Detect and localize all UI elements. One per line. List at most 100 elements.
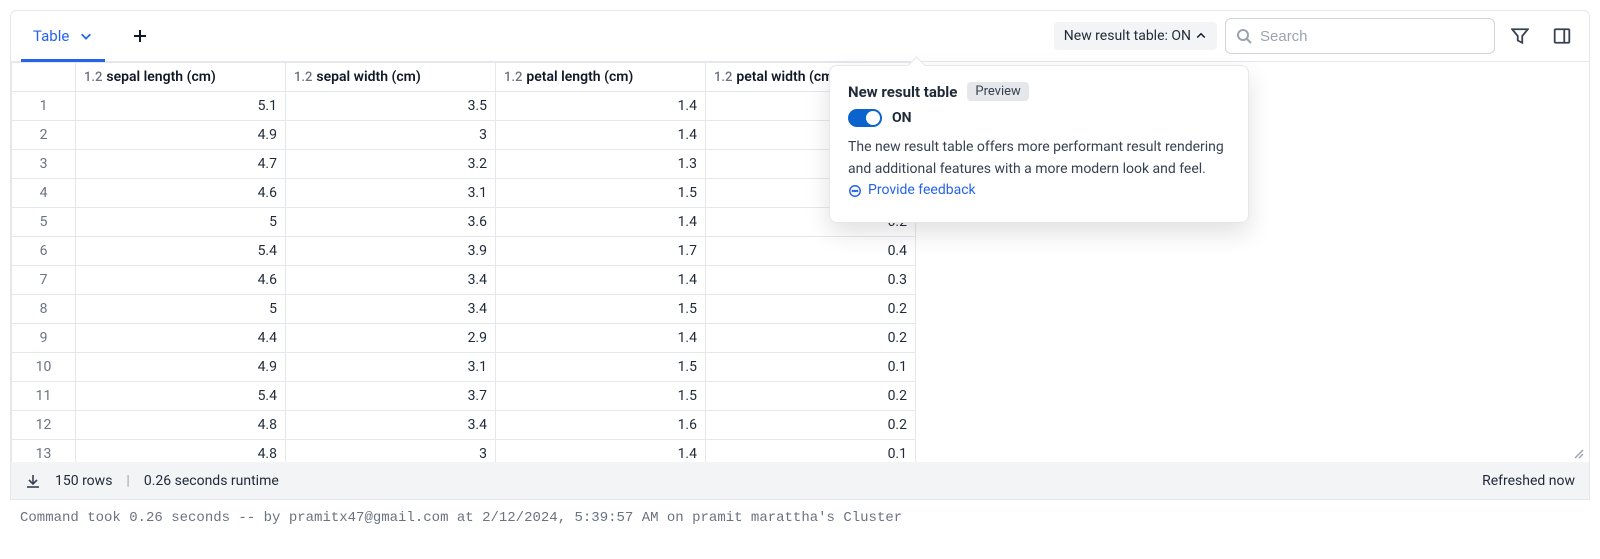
- search-box[interactable]: [1225, 18, 1495, 54]
- new-result-table-toggle-trigger[interactable]: New result table: ON: [1054, 22, 1217, 50]
- new-result-table-toggle[interactable]: [848, 109, 882, 127]
- row-index-header[interactable]: [12, 63, 76, 92]
- result-table-container: 1.2sepal length (cm) 1.2sepal width (cm)…: [10, 62, 1590, 462]
- cell[interactable]: 3.4: [286, 266, 496, 295]
- cell[interactable]: 5: [76, 295, 286, 324]
- cell[interactable]: 5: [76, 208, 286, 237]
- cell[interactable]: 3: [286, 121, 496, 150]
- cell[interactable]: 0.2: [706, 411, 916, 440]
- cell[interactable]: 4.4: [76, 324, 286, 353]
- table-row[interactable]: 104.93.11.50.1: [12, 353, 916, 382]
- cell[interactable]: 4.9: [76, 353, 286, 382]
- popover-description: The new result table offers more perform…: [848, 137, 1230, 206]
- cell[interactable]: 0.1: [706, 353, 916, 382]
- cell[interactable]: 4.9: [76, 121, 286, 150]
- table-row[interactable]: 124.83.41.60.2: [12, 411, 916, 440]
- row-index: 8: [12, 295, 76, 324]
- cell[interactable]: 0.2: [706, 382, 916, 411]
- search-input[interactable]: [1260, 28, 1484, 45]
- status-bar: 150 rows | 0.26 seconds runtime Refreshe…: [10, 462, 1590, 500]
- table-row[interactable]: 853.41.50.2: [12, 295, 916, 324]
- row-index: 11: [12, 382, 76, 411]
- cell[interactable]: 1.3: [496, 150, 706, 179]
- tab-table[interactable]: Table: [21, 11, 105, 61]
- table-row[interactable]: 34.73.21.30.2: [12, 150, 916, 179]
- cell[interactable]: 1.4: [496, 266, 706, 295]
- provide-feedback-link[interactable]: Provide feedback: [848, 180, 976, 202]
- table-row[interactable]: 553.61.40.2: [12, 208, 916, 237]
- row-index: 10: [12, 353, 76, 382]
- cell[interactable]: 1.5: [496, 179, 706, 208]
- cell[interactable]: 4.6: [76, 266, 286, 295]
- command-log: Command took 0.26 seconds -- by pramitx4…: [0, 500, 1600, 526]
- cell[interactable]: 1.5: [496, 353, 706, 382]
- table-row[interactable]: 24.931.40.2: [12, 121, 916, 150]
- search-icon: [1236, 28, 1252, 44]
- header-row: 1.2sepal length (cm) 1.2sepal width (cm)…: [12, 63, 916, 92]
- cell[interactable]: 0.3: [706, 266, 916, 295]
- column-header[interactable]: 1.2petal length (cm): [496, 63, 706, 92]
- cell[interactable]: 1.4: [496, 121, 706, 150]
- table-row[interactable]: 74.63.41.40.3: [12, 266, 916, 295]
- popover-title: New result table: [848, 83, 957, 101]
- cell[interactable]: 5.4: [76, 237, 286, 266]
- cell[interactable]: 1.4: [496, 324, 706, 353]
- cell[interactable]: 3.7: [286, 382, 496, 411]
- feedback-link-label: Provide feedback: [868, 180, 976, 202]
- cell[interactable]: 1.4: [496, 208, 706, 237]
- row-count: 150 rows: [55, 473, 112, 489]
- cell[interactable]: 1.4: [496, 92, 706, 121]
- row-index: 9: [12, 324, 76, 353]
- cell[interactable]: 1.5: [496, 295, 706, 324]
- cell[interactable]: 4.6: [76, 179, 286, 208]
- column-header[interactable]: 1.2sepal width (cm): [286, 63, 496, 92]
- row-index: 13: [12, 440, 76, 463]
- cell[interactable]: 5.4: [76, 382, 286, 411]
- cell[interactable]: 3.6: [286, 208, 496, 237]
- table-row[interactable]: 115.43.71.50.2: [12, 382, 916, 411]
- feedback-icon: [848, 184, 862, 198]
- chevron-down-icon: [79, 29, 93, 43]
- cell[interactable]: 3.5: [286, 92, 496, 121]
- cell[interactable]: 3: [286, 440, 496, 463]
- download-button[interactable]: [25, 473, 41, 489]
- cell[interactable]: 0.1: [706, 440, 916, 463]
- resize-handle-icon[interactable]: [1573, 448, 1585, 460]
- cell[interactable]: 4.7: [76, 150, 286, 179]
- cell[interactable]: 0.2: [706, 295, 916, 324]
- table-row[interactable]: 44.63.11.50.2: [12, 179, 916, 208]
- cell[interactable]: 0.2: [706, 324, 916, 353]
- cell[interactable]: 1.7: [496, 237, 706, 266]
- chevron-up-icon: [1195, 30, 1207, 42]
- new-result-table-popover: New result table Preview ON The new resu…: [829, 65, 1249, 223]
- table-row[interactable]: 65.43.91.70.4: [12, 237, 916, 266]
- cell[interactable]: 3.2: [286, 150, 496, 179]
- cell[interactable]: 0.4: [706, 237, 916, 266]
- toggle-state-label: ON: [892, 110, 912, 126]
- cell[interactable]: 3.4: [286, 411, 496, 440]
- cell[interactable]: 5.1: [76, 92, 286, 121]
- cell[interactable]: 3.9: [286, 237, 496, 266]
- table-row[interactable]: 134.831.40.1: [12, 440, 916, 463]
- row-index: 2: [12, 121, 76, 150]
- cell[interactable]: 1.6: [496, 411, 706, 440]
- cell[interactable]: 4.8: [76, 440, 286, 463]
- cell[interactable]: 4.8: [76, 411, 286, 440]
- row-index: 3: [12, 150, 76, 179]
- row-index: 4: [12, 179, 76, 208]
- cell[interactable]: 1.5: [496, 382, 706, 411]
- result-table[interactable]: 1.2sepal length (cm) 1.2sepal width (cm)…: [11, 62, 916, 462]
- cell[interactable]: 3.4: [286, 295, 496, 324]
- table-row[interactable]: 15.13.51.40.2: [12, 92, 916, 121]
- cell[interactable]: 3.1: [286, 353, 496, 382]
- cell[interactable]: 2.9: [286, 324, 496, 353]
- cell[interactable]: 3.1: [286, 179, 496, 208]
- add-tab-button[interactable]: [123, 19, 157, 53]
- column-header[interactable]: 1.2sepal length (cm): [76, 63, 286, 92]
- filter-button[interactable]: [1503, 19, 1537, 53]
- new-result-table-trigger-label: New result table: ON: [1064, 28, 1191, 44]
- cell[interactable]: 1.4: [496, 440, 706, 463]
- side-panel-button[interactable]: [1545, 19, 1579, 53]
- row-index: 7: [12, 266, 76, 295]
- table-row[interactable]: 94.42.91.40.2: [12, 324, 916, 353]
